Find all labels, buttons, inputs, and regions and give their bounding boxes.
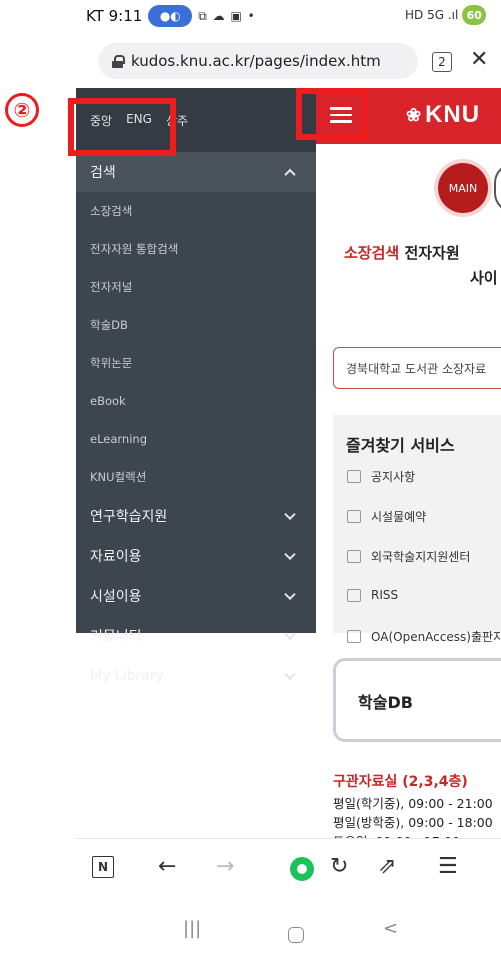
sidebar-item-research[interactable]: 연구학습지원 (76, 496, 316, 536)
tab-site[interactable]: 사이 (470, 267, 498, 288)
recent-apps-icon[interactable]: ||| (183, 918, 201, 939)
favorite-label: OA(OpenAccess)출판지 (371, 630, 501, 644)
share-icon[interactable]: ⇗ (378, 854, 396, 880)
sidebar-subitem-ejournal[interactable]: 전자저널 (76, 268, 316, 306)
search-input[interactable]: 경북대학교 도서관 소장자료 (333, 347, 501, 389)
sidebar-item-label: 커뮤니티 (90, 629, 142, 645)
open-access-icon (347, 630, 361, 643)
status-bar: KT 9:11 ●◐ ⧉ ☁ ▣ • HD 5G .ıl 60 (0, 0, 501, 34)
battery-icon: 60 (462, 5, 487, 25)
system-nav-bar: ||| < (0, 896, 501, 964)
naver-home-button[interactable]: N (92, 856, 114, 878)
sidebar-item-label: 검색 (90, 165, 116, 181)
academic-db-title: 학술DB (358, 693, 413, 712)
favorites-title: 즐겨찾기 서비스 (346, 436, 455, 455)
hours-title: 구관자료실 (2,3,4층) (333, 774, 468, 790)
back-icon[interactable]: < (383, 918, 398, 939)
chevron-down-icon (284, 588, 296, 601)
highlight-search-menu (68, 98, 176, 156)
highlight-hamburger (296, 88, 368, 140)
sidebar-item-label: 연구학습지원 (90, 509, 168, 525)
url-text: kudos.knu.ac.kr/pages/index.htm (131, 52, 381, 70)
home-icon[interactable] (288, 927, 304, 943)
favorite-label: RISS (371, 588, 399, 602)
sidebar-item-label: 자료이용 (90, 549, 142, 565)
chevron-down-icon (284, 668, 296, 681)
favorite-notice[interactable]: 공지사항 (347, 468, 415, 485)
tab-eresources[interactable]: 전자자원 (404, 244, 459, 262)
step-badge: ② (5, 93, 39, 127)
sidebar-item-label: 시설이용 (90, 589, 142, 605)
sidebar-item-label: My Library (90, 668, 164, 684)
sidebar-item-community[interactable]: 커뮤니티 (76, 616, 316, 656)
sidebar-subitem-knu-collection[interactable]: KNU컬렉션 (76, 458, 316, 496)
favorite-facility-reservation[interactable]: 시설물예약 (347, 508, 426, 525)
favorite-label: 시설물예약 (371, 510, 427, 524)
sidebar-subitem-elearning[interactable]: eLearning (76, 420, 316, 458)
browser-toolbar: ← → ↻ ⇗ ☰ (76, 838, 501, 896)
main-button[interactable]: MAIN (438, 163, 488, 213)
phone-screen: KT 9:11 ●◐ ⧉ ☁ ▣ • HD 5G .ıl 60 kudos.kn… (0, 0, 501, 964)
status-time: KT 9:11 (86, 7, 143, 25)
chevron-down-icon (284, 548, 296, 561)
sidebar-subitem-ebook[interactable]: eBook (76, 382, 316, 420)
notification-icons: ⧉ ☁ ▣ • (198, 8, 256, 23)
favorite-label: 외국학술지지원센터 (371, 550, 471, 564)
sidebar-item-facilities[interactable]: 시설이용 (76, 576, 316, 616)
sidebar-subitem-eresources[interactable]: 전자자원 통합검색 (76, 230, 316, 268)
sidebar-menu: 중앙 ENG 상주 검색 소장검색 전자자원 통합검색 전자저널 학술DB 학위… (76, 88, 316, 684)
back-arrow-icon[interactable]: ← (158, 854, 176, 880)
favorite-open-access[interactable]: OA(OpenAccess)출판지 (347, 628, 501, 645)
emblem-icon: ❀ (406, 104, 423, 125)
secondary-round-button[interactable] (494, 163, 501, 213)
sidebar-item-my-library[interactable]: My Library (76, 656, 316, 696)
chevron-down-icon (284, 508, 296, 521)
riss-icon (347, 588, 361, 602)
hours-line: 평일(방학중), 09:00 - 18:00 (333, 815, 493, 830)
monitor-icon (347, 550, 361, 563)
lock-icon (112, 54, 125, 68)
close-icon[interactable]: ✕ (470, 47, 488, 72)
sidebar-subitem-thesis[interactable]: 학위논문 (76, 344, 316, 382)
tab-count-button[interactable]: 2 (432, 52, 452, 72)
sidebar-subitem-academic-db[interactable]: 학술DB (76, 306, 316, 344)
notice-icon (347, 470, 361, 483)
sidebar-subitem-holdings[interactable]: 소장검색 (76, 192, 316, 230)
favorite-riss[interactable]: RISS (347, 588, 398, 602)
reservation-icon (347, 510, 361, 523)
call-indicator-icon: ●◐ (148, 5, 193, 27)
browser-url-bar: kudos.knu.ac.kr/pages/index.htm 2 ✕ (0, 34, 501, 88)
chevron-down-icon (284, 628, 296, 641)
forward-arrow-icon[interactable]: → (216, 854, 234, 880)
sidebar-item-materials[interactable]: 자료이용 (76, 536, 316, 576)
green-home-icon[interactable] (290, 857, 314, 881)
chevron-up-icon (284, 168, 296, 181)
sidebar-item-search[interactable]: 검색 (76, 152, 316, 192)
search-tabs: 소장검색 전자자원 (344, 242, 460, 263)
refresh-icon[interactable]: ↻ (330, 854, 348, 880)
signal-icon: HD 5G .ıl (405, 8, 459, 22)
sidebar-nav: 검색 소장검색 전자자원 통합검색 전자저널 학술DB 학위논문 eBook e… (76, 152, 316, 696)
logo-text: KNU (425, 101, 481, 128)
menu-icon[interactable]: ☰ (438, 854, 458, 880)
favorite-foreign-journal[interactable]: 외국학술지지원센터 (347, 548, 470, 565)
site-logo[interactable]: ❀ KNU (406, 101, 480, 129)
address-field[interactable]: kudos.knu.ac.kr/pages/index.htm (98, 43, 418, 79)
tab-holdings[interactable]: 소장검색 (344, 244, 399, 262)
favorite-label: 공지사항 (371, 470, 416, 484)
hours-line: 평일(학기중), 09:00 - 21:00 (333, 796, 493, 811)
